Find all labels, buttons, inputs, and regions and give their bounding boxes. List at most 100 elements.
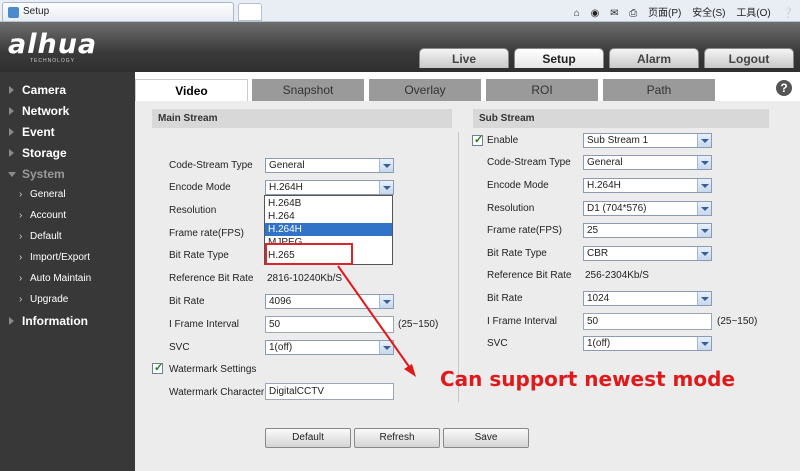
chevron-down-icon	[379, 181, 393, 194]
sidebar-item-label: Event	[22, 125, 55, 139]
chevron-right-icon: ›	[19, 252, 23, 263]
select-value: 4096	[269, 296, 292, 307]
tab-roi[interactable]: ROI	[486, 79, 599, 101]
sidebar-subitem-label: Account	[30, 210, 67, 221]
sub-frame-rate-label: Frame rate(FPS)	[487, 225, 563, 236]
sub-i-frame-interval-input[interactable]: 50	[583, 313, 712, 330]
tab-path[interactable]: Path	[603, 79, 716, 101]
sidebar-item-label: Camera	[22, 83, 67, 97]
svc-select[interactable]: 1(off)	[265, 340, 394, 355]
tab-overlay[interactable]: Overlay	[369, 79, 482, 101]
sidebar-item-information[interactable]: Information	[0, 314, 135, 328]
refresh-button[interactable]: Refresh	[354, 428, 440, 448]
watermark-character-label: Watermark Character	[169, 387, 265, 398]
nav-live[interactable]: Live	[419, 48, 509, 68]
browser-tab[interactable]: Setup	[2, 2, 234, 21]
browser-tab-title: Setup	[23, 6, 50, 17]
sub-frame-rate-select[interactable]: 25	[583, 223, 712, 238]
save-button[interactable]: Save	[443, 428, 529, 448]
watermark-checkbox[interactable]	[152, 361, 163, 374]
chevron-right-icon: ›	[19, 273, 23, 284]
new-tab-button[interactable]	[238, 3, 262, 21]
sidebar-item-event[interactable]: Event	[0, 125, 135, 139]
sub-stream-select[interactable]: Sub Stream 1	[583, 133, 712, 148]
chevron-down-icon	[379, 295, 393, 308]
watermark-character-input[interactable]: DigitalCCTV	[265, 383, 394, 400]
i-frame-interval-input[interactable]: 50	[265, 316, 394, 333]
nav-logout[interactable]: Logout	[704, 48, 794, 68]
page-favicon-icon	[8, 7, 19, 18]
chevron-down-icon	[697, 134, 711, 147]
expand-arrow-icon	[9, 128, 14, 136]
chevron-down-icon	[697, 156, 711, 169]
chevron-right-icon: ›	[19, 189, 23, 200]
i-frame-range: (25~150)	[398, 319, 439, 330]
sub-svc-select[interactable]: 1(off)	[583, 336, 712, 351]
print-icon[interactable]: ⎙	[629, 8, 637, 19]
sub-encode-mode-select[interactable]: H.264H	[583, 178, 712, 193]
encode-option[interactable]: H.264	[265, 210, 392, 223]
mail-icon[interactable]: ✉	[610, 8, 618, 19]
encode-mode-select[interactable]: H.264H	[265, 180, 394, 195]
page-menu[interactable]: 页面(P)	[648, 8, 681, 19]
expand-arrow-icon	[9, 107, 14, 115]
bit-rate-select[interactable]: 4096	[265, 294, 394, 309]
select-value: H.264H	[269, 182, 303, 193]
help-menu-icon[interactable]: ❔	[782, 8, 794, 19]
chevron-down-icon	[379, 341, 393, 354]
sub-i-frame-interval-label: I Frame Interval	[487, 316, 558, 327]
chevron-right-icon: ›	[19, 294, 23, 305]
sub-encode-mode-label: Encode Mode	[487, 180, 549, 191]
sidebar-subitem-label: Auto Maintain	[30, 273, 92, 284]
sidebar-item-storage[interactable]: Storage	[0, 146, 135, 160]
sidebar-subitem-import-export[interactable]: › Import/Export	[0, 252, 135, 263]
sidebar-subitem-label: Default	[30, 231, 62, 242]
encode-option[interactable]: H.264B	[265, 197, 392, 210]
sidebar-subitem-upgrade[interactable]: › Upgrade	[0, 294, 135, 305]
resolution-label: Resolution	[169, 205, 217, 216]
sidebar-subitem-account[interactable]: › Account	[0, 210, 135, 221]
sidebar-subitem-label: General	[30, 189, 66, 200]
nav-alarm[interactable]: Alarm	[609, 48, 699, 68]
code-stream-type-select[interactable]: General	[265, 158, 394, 173]
sidebar-item-label: Storage	[22, 146, 67, 160]
tab-snapshot[interactable]: Snapshot	[252, 79, 365, 101]
sidebar-subitem-default[interactable]: › Default	[0, 231, 135, 242]
sub-reference-bit-rate-label: Reference Bit Rate	[487, 270, 572, 281]
select-value: 25	[587, 225, 599, 236]
sidebar-item-label: System	[22, 167, 65, 181]
help-icon[interactable]: ?	[776, 80, 792, 96]
i-frame-interval-label: I Frame Interval	[169, 319, 240, 330]
main-stream-header: Main Stream	[152, 109, 452, 128]
default-button[interactable]: Default	[265, 428, 351, 448]
nav-setup[interactable]: Setup	[514, 48, 604, 68]
annotation-text: Can support newest mode	[440, 367, 736, 391]
sub-i-frame-range: (25~150)	[717, 316, 758, 327]
chevron-down-icon	[697, 179, 711, 192]
sidebar-item-system[interactable]: System	[0, 167, 135, 181]
sidebar-item-network[interactable]: Network	[0, 104, 135, 118]
bit-rate-label: Bit Rate	[169, 296, 205, 307]
enable-checkbox[interactable]	[472, 133, 483, 146]
sub-resolution-label: Resolution	[487, 203, 535, 214]
sidebar-subitem-auto-maintain[interactable]: › Auto Maintain	[0, 273, 135, 284]
sub-bit-rate-select[interactable]: 1024	[583, 291, 712, 306]
enable-label: Enable	[487, 135, 519, 146]
safety-menu[interactable]: 安全(S)	[692, 8, 725, 19]
reference-bit-rate-label: Reference Bit Rate	[169, 273, 254, 284]
tab-video[interactable]: Video	[135, 79, 248, 101]
chevron-down-icon	[697, 337, 711, 350]
sub-resolution-select[interactable]: D1 (704*576)	[583, 201, 712, 216]
chevron-right-icon: ›	[19, 231, 23, 242]
sub-code-stream-type-select[interactable]: General	[583, 155, 712, 170]
home-icon[interactable]: ⌂	[574, 8, 580, 19]
tools-menu[interactable]: 工具(O)	[736, 8, 770, 19]
sidebar-item-camera[interactable]: Camera	[0, 83, 135, 97]
sub-bit-rate-type-select[interactable]: CBR	[583, 246, 712, 261]
chevron-down-icon	[697, 202, 711, 215]
select-value: D1 (704*576)	[587, 203, 647, 214]
code-stream-type-label: Code-Stream Type	[169, 160, 253, 171]
encode-option-selected[interactable]: H.264H	[265, 223, 392, 236]
feeds-icon[interactable]: ◉	[591, 8, 600, 19]
sidebar-subitem-general[interactable]: › General	[0, 189, 135, 200]
